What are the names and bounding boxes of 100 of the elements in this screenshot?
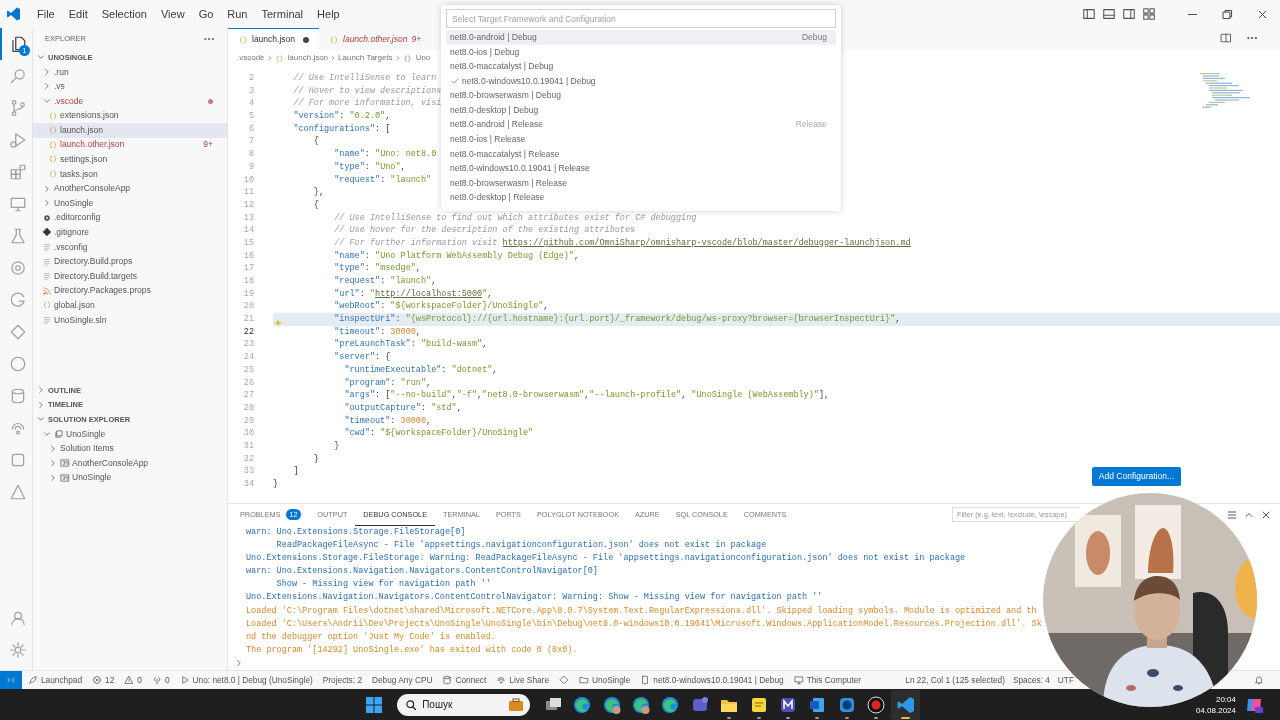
console-line: warn: Uno.Extensions.Storage.FileStorage[0]	[246, 526, 467, 539]
status-item[interactable]: 0	[151, 673, 170, 687]
ring-icon	[8, 259, 27, 277]
status-item[interactable]: Spaces: 4	[1012, 673, 1050, 687]
status-item[interactable]: Debug Any CPU	[372, 673, 433, 687]
menu-item[interactable]: View	[153, 6, 192, 22]
code-line: {	[312, 135, 319, 149]
bell-icon[interactable]	[1254, 675, 1264, 685]
breadcrumb[interactable]: .vscode	[237, 52, 265, 64]
item-description: Release	[795, 118, 827, 132]
code-line: "version": "0.2.0",	[292, 110, 391, 123]
sidebar-layout-icon[interactable]	[1122, 7, 1136, 21]
grid-layout-icon[interactable]	[1142, 7, 1156, 21]
add-configuration-button[interactable]: Add Configuration...	[1091, 467, 1181, 486]
code-line: }	[333, 439, 340, 453]
quick-pick-item[interactable]: net8.0-ios | Debug	[446, 44, 836, 60]
tree-item[interactable]: Solution Items	[33, 441, 227, 456]
status-item[interactable]: Ln 22, Col 1 (125 selected)	[905, 673, 1005, 687]
tree-item[interactable]: .vs	[33, 79, 227, 94]
start-icon[interactable]	[365, 695, 384, 714]
menu-item[interactable]: Edit	[61, 6, 95, 22]
tree-item[interactable]: .vsconfig	[33, 239, 227, 255]
editor-tab[interactable]: launch.json	[228, 28, 319, 50]
prompt-chevron-icon[interactable]	[234, 657, 244, 668]
split-editor-icon[interactable]	[1220, 32, 1232, 44]
quick-pick-item[interactable]: net8.0-android | Release Release	[446, 117, 836, 133]
tree-item[interactable]: .editorconfig	[33, 210, 227, 226]
close-icon[interactable]	[1260, 509, 1272, 521]
quick-pick-item[interactable]: net8.0-maccatalyst | Release	[446, 146, 836, 162]
tree-item[interactable]: UnoSingle.sln	[33, 312, 227, 328]
tree-item[interactable]: .run	[33, 64, 227, 80]
tree-item[interactable]: .gitignore	[33, 225, 227, 240]
quick-pick-item[interactable]: net8.0-android | Debug Debug	[446, 30, 836, 45]
quick-pick-item[interactable]: net8.0-windows10.0.19041 | Debug	[446, 73, 836, 89]
status-item[interactable]: UTF	[1057, 673, 1074, 687]
quick-pick-input[interactable]: Select Target Framework and Configuration	[446, 9, 836, 28]
restore-icon[interactable]	[1221, 7, 1234, 21]
tree-item[interactable]: UnoSingle	[33, 426, 227, 442]
play-icon	[179, 675, 190, 685]
braces-icon	[48, 110, 58, 121]
tree-item[interactable]: launch.json	[33, 122, 227, 138]
tree-item[interactable]: global.json	[33, 298, 227, 313]
code-link[interactable]: https://github.com/OmniSharp/omnisharp-vscode/blob/master/debugger-launchjson.md	[502, 237, 911, 248]
menu-item[interactable]: File	[30, 6, 62, 22]
quick-pick-item[interactable]: net8.0-windows10.0.19041 | Release	[446, 161, 836, 176]
status-item[interactable]: Projects: 2	[322, 673, 362, 687]
editor-tab[interactable]: launch.other.json 9+	[319, 28, 432, 50]
status-item[interactable]: 12	[92, 673, 115, 687]
quick-pick-item[interactable]: net8.0-ios | Release	[446, 132, 836, 147]
status-item[interactable]: 0	[124, 673, 142, 687]
status-item[interactable]: Uno: net8.0 | Debug (UnoSingle)	[179, 673, 313, 687]
menu-item[interactable]: Go	[191, 6, 221, 22]
line-number: 29	[242, 414, 255, 428]
tree-item[interactable]: extensions.json	[33, 108, 227, 123]
tree-item[interactable]: tasks.json	[33, 166, 227, 182]
panel-layout-icon[interactable]	[1102, 7, 1116, 21]
quick-pick-item[interactable]: net8.0-browserwasm | Debug	[446, 88, 836, 103]
status-item[interactable]: This Computer	[793, 673, 862, 687]
tree-item[interactable]: settings.json	[33, 152, 227, 167]
breadcrumb[interactable]: Launch Targets	[338, 52, 393, 64]
window-stack-icon	[54, 429, 64, 440]
status-item[interactable]: Connect	[442, 673, 487, 687]
console-line: Uno.Extensions.Navigation.Navigators.ContentControlNavigator: Warning: Show - Missing view for navigation path ''	[246, 591, 824, 605]
search-field[interactable]: Пошук	[397, 693, 531, 716]
sidebar-layout-icon[interactable]	[1082, 7, 1096, 21]
menu-item[interactable]: Help	[310, 6, 347, 22]
menu-item[interactable]: Selection	[94, 6, 154, 22]
lines-icon	[42, 256, 52, 267]
tree-item[interactable]: .vscode	[33, 93, 227, 109]
menu-item[interactable]: Run	[220, 6, 255, 22]
briefcase-icon[interactable]	[508, 697, 525, 712]
status-item[interactable]: Launchpad	[28, 673, 83, 687]
line-number: 31	[242, 439, 255, 453]
tree-item[interactable]: Directory.Build.targets	[33, 268, 227, 284]
tree-item[interactable]: launch.other.json 9+	[33, 137, 227, 153]
quick-pick-item[interactable]: net8.0-desktop | Release	[446, 190, 836, 206]
play-icon	[8, 131, 27, 149]
tree-item[interactable]: Directory.Packages.props	[33, 283, 227, 299]
code-line: "runtimeExecutable": "dotnet",	[343, 363, 498, 377]
tree-item[interactable]: UnoSingle	[33, 470, 227, 486]
breadcrumb[interactable]: Uno	[402, 52, 431, 64]
quick-pick-item[interactable]: net8.0-maccatalyst | Debug	[446, 59, 836, 74]
tree-item[interactable]: AnotherConsoleApp	[33, 455, 227, 471]
search-icon	[8, 67, 27, 85]
status-item[interactable]: net8.0-windows10.0.19041 | Debug	[640, 673, 784, 687]
quick-pick-item[interactable]: net8.0-desktop | Debug	[446, 102, 836, 118]
remote-button[interactable]	[0, 670, 22, 690]
line-number: 21	[242, 313, 255, 326]
code-line: "request": "launch",	[333, 275, 437, 288]
tree-item[interactable]: Directory.Build.props	[33, 254, 227, 269]
tree-item[interactable]: UnoSingle	[33, 195, 227, 211]
quick-pick-item[interactable]: net8.0-browserwasm | Release	[446, 175, 836, 191]
code-link[interactable]: http://localhost:5000	[375, 288, 483, 299]
breadcrumb[interactable]: launch.json	[274, 52, 329, 64]
menu-item[interactable]: Terminal	[254, 6, 311, 22]
status-item[interactable]	[559, 675, 569, 685]
tree-item[interactable]: AnotherConsoleApp	[33, 181, 227, 196]
status-item[interactable]: UnoSingle	[579, 673, 631, 687]
device-icon	[640, 675, 651, 685]
status-item[interactable]: Live Share	[496, 673, 549, 687]
